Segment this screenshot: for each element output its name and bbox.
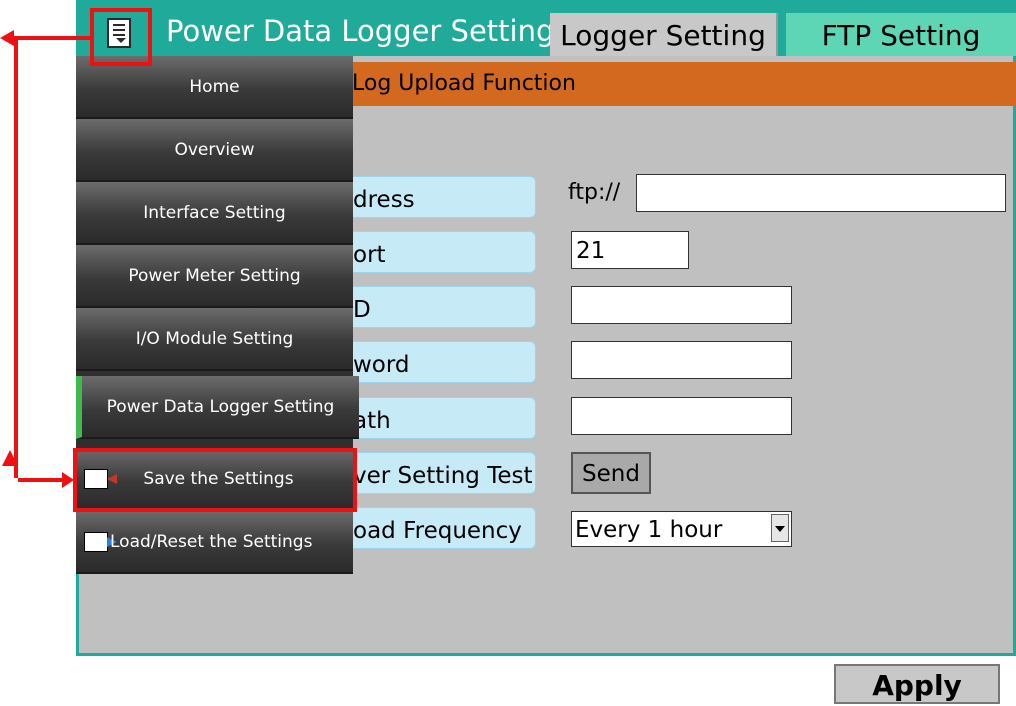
path-input[interactable] — [571, 397, 792, 435]
send-button[interactable]: Send — [571, 452, 651, 494]
menu-item-label: Power Meter Setting — [128, 265, 301, 286]
save-highlight-box — [73, 448, 357, 512]
tab-ftp-setting[interactable]: FTP Setting — [786, 13, 1016, 56]
menu-item-label: Power Data Logger Setting — [106, 396, 335, 417]
password-input[interactable] — [571, 341, 792, 379]
page-title: Power Data Logger Setting — [166, 14, 555, 48]
apply-button[interactable]: Apply — [834, 664, 1000, 704]
section-title: Log Upload Function — [352, 71, 576, 96]
menu-item-label: Home — [189, 76, 240, 97]
upload-frequency-select[interactable]: Every 1 hour — [571, 511, 792, 547]
menu-item-power-meter-setting[interactable]: Power Meter Setting — [76, 245, 353, 308]
menu-item-io-module-setting[interactable]: I/O Module Setting — [76, 308, 353, 371]
menu-item-overview[interactable]: Overview — [76, 119, 353, 182]
ftp-prefix: ftp:// — [568, 180, 621, 205]
password-label: word — [350, 341, 536, 383]
menu-item-power-data-logger-setting[interactable]: Power Data Logger Setting — [76, 376, 359, 439]
menu-item-load-reset-settings[interactable]: Load/Reset the Settings — [76, 511, 353, 574]
address-input[interactable] — [636, 174, 1006, 212]
upload-frequency-label: oad Frequency — [350, 507, 536, 549]
chevron-down-icon[interactable] — [771, 514, 789, 542]
arrow-icon — [0, 30, 74, 488]
menu-icon[interactable] — [107, 18, 131, 48]
port-input[interactable]: 21 — [571, 231, 689, 269]
menu-item-label: Interface Setting — [143, 202, 286, 223]
address-label: dress — [350, 176, 536, 218]
id-label: D — [350, 286, 536, 328]
path-label: ath — [350, 397, 536, 439]
menu-item-label: Load/Reset the Settings — [110, 531, 313, 552]
menu-item-label: Overview — [174, 139, 255, 160]
server-test-label: ver Setting Test — [350, 452, 536, 494]
menu-item-label: I/O Module Setting — [135, 328, 294, 349]
id-input[interactable] — [571, 286, 792, 324]
menu-item-interface-setting[interactable]: Interface Setting — [76, 182, 353, 245]
port-label: ort — [350, 231, 536, 273]
tab-logger-setting[interactable]: Logger Setting — [550, 13, 778, 56]
